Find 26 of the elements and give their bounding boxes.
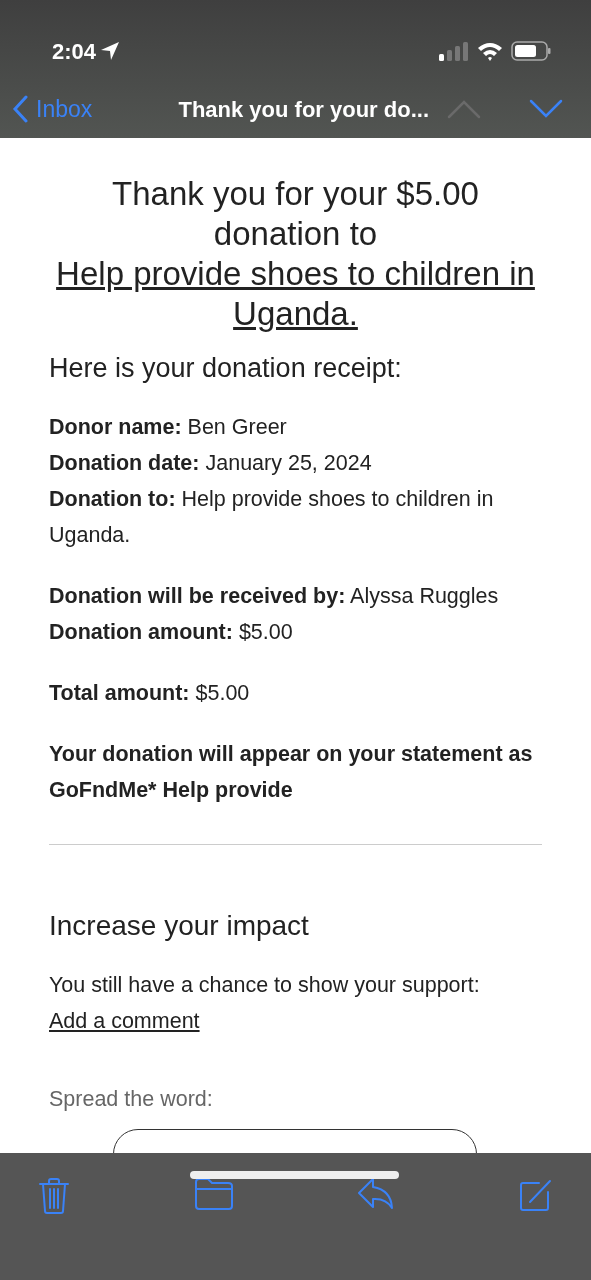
receipt-line: Donation will be received by: Alyssa Ruggles: [49, 582, 500, 610]
receipt-intro: Here is your donation receipt:: [49, 352, 403, 385]
next-message-button[interactable]: [529, 99, 563, 119]
message-title: Thank you for your do...: [178, 95, 429, 124]
support-text: You still have a chance to show your support: Add a comment: [49, 971, 481, 1035]
receipt-line: Total amount: $5.00: [49, 679, 251, 707]
compose-button[interactable]: [519, 1178, 553, 1212]
location-arrow-icon: [100, 41, 121, 61]
back-chevron-icon: [12, 95, 28, 123]
campaign-link[interactable]: Help provide shoes to children in Uganda.: [49, 254, 542, 334]
signal-icon: [439, 41, 469, 61]
email-heading: Thank you for your $5.00 donation to Help provide shoes to children in Uganda.: [49, 174, 542, 334]
receipt-line: Donation to: Help provide shoes to children in Uganda.: [49, 485, 495, 549]
status-time: 2:04: [52, 37, 97, 66]
delete-button[interactable]: [38, 1178, 70, 1214]
receipt-line: Donor name: Ben Greer: [49, 413, 288, 441]
statement-note: Your donation will appear on your statement as GoFndMe* Help provide: [49, 740, 534, 804]
spread-label: Spread the word:: [49, 1085, 214, 1113]
receipt-line: Donation amount: $5.00: [49, 618, 294, 646]
battery-icon: [511, 41, 551, 61]
reply-button[interactable]: [358, 1178, 394, 1210]
receipt-line: Donation date: January 25, 2024: [49, 449, 373, 477]
add-comment-link[interactable]: Add a comment: [49, 1008, 200, 1033]
move-to-folder-button[interactable]: [195, 1178, 233, 1210]
section-heading: Increase your impact: [49, 908, 310, 943]
wifi-icon: [477, 41, 503, 61]
